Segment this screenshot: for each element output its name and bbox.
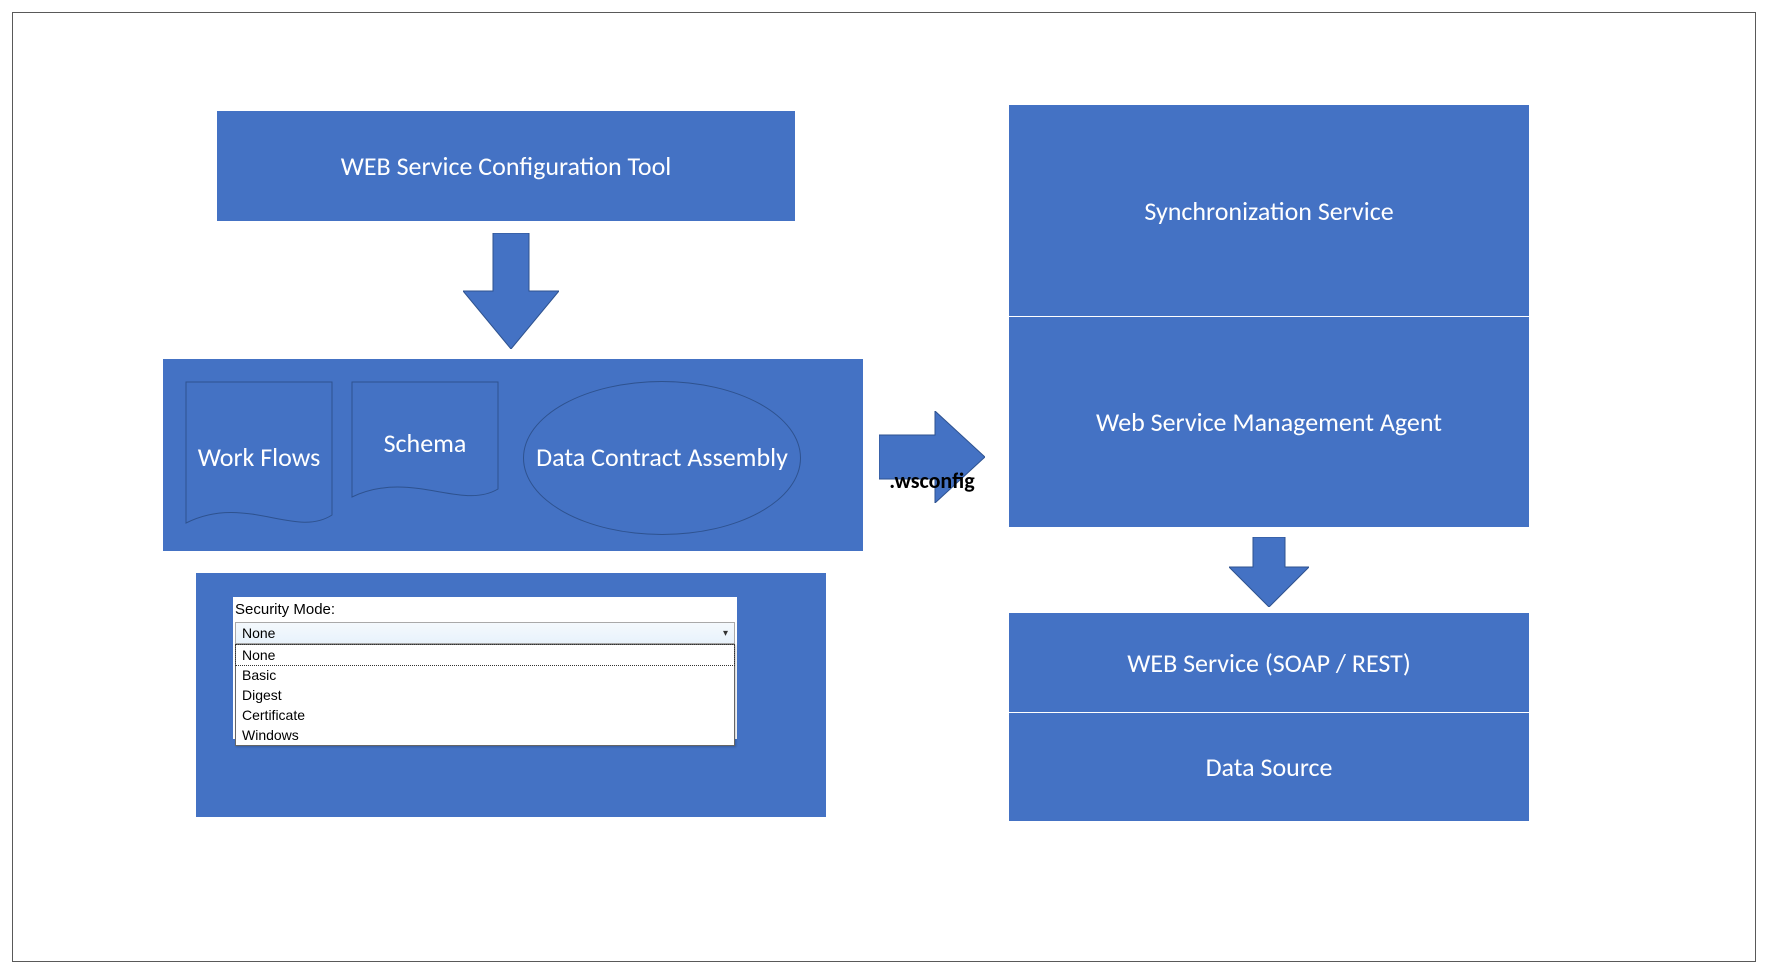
sync-service-label: Synchronization Service — [1144, 195, 1393, 227]
security-mode-select[interactable]: None ▾ — [235, 622, 735, 644]
config-tool-box: WEB Service Configuration Tool — [217, 111, 795, 221]
schema-doc: Schema — [351, 381, 499, 507]
security-option-none[interactable]: None — [236, 645, 734, 665]
arrow-down-icon — [1229, 537, 1309, 607]
data-contract-assembly-label: Data Contract Assembly — [536, 442, 788, 473]
config-tool-label: WEB Service Configuration Tool — [341, 150, 672, 182]
security-option-basic[interactable]: Basic — [236, 665, 734, 685]
security-mode-label: Security Mode: — [233, 597, 737, 622]
management-agent-box: Web Service Management Agent — [1009, 317, 1529, 527]
data-source-box: Data Source — [1009, 713, 1529, 821]
security-option-certificate[interactable]: Certificate — [236, 705, 734, 725]
security-option-windows[interactable]: Windows — [236, 725, 734, 745]
security-option-digest[interactable]: Digest — [236, 685, 734, 705]
web-service-soap-rest-box: WEB Service (SOAP / REST) — [1009, 613, 1529, 713]
security-mode-selected-value: None — [242, 625, 275, 641]
wsconfig-label: .wsconfig — [873, 467, 991, 494]
data-source-label: Data Source — [1206, 751, 1333, 783]
web-service-soap-rest-label: WEB Service (SOAP / REST) — [1127, 647, 1410, 679]
schema-label: Schema — [376, 428, 475, 459]
management-agent-label: Web Service Management Agent — [1096, 406, 1442, 438]
workflows-doc: Work Flows — [185, 381, 333, 535]
sync-service-box: Synchronization Service — [1009, 105, 1529, 317]
security-mode-panel: Security Mode: None ▾ None Basic Digest … — [233, 597, 737, 739]
arrow-down-icon — [463, 233, 559, 349]
diagram-canvas: WEB Service Configuration Tool Work Flow… — [12, 12, 1756, 962]
security-mode-dropdown[interactable]: None Basic Digest Certificate Windows — [235, 644, 735, 746]
chevron-down-icon: ▾ — [723, 628, 728, 639]
workflows-label: Work Flows — [190, 442, 329, 473]
data-contract-assembly-ellipse: Data Contract Assembly — [523, 381, 801, 535]
